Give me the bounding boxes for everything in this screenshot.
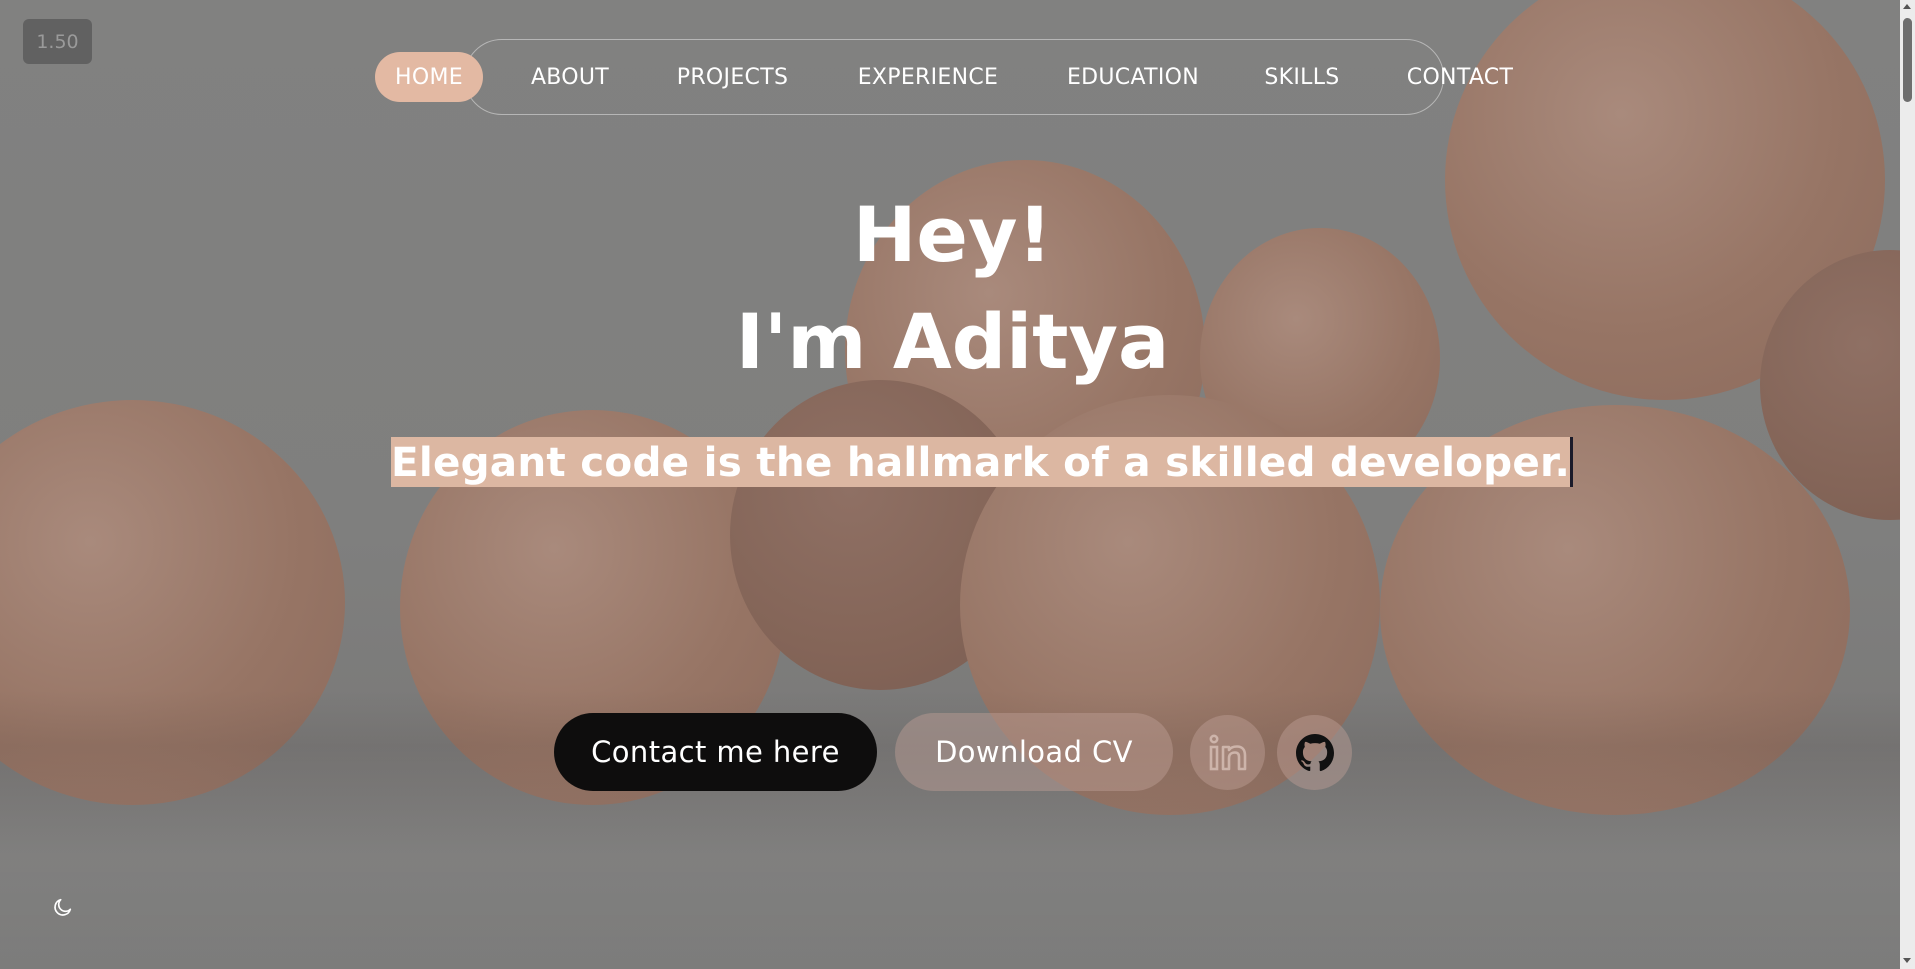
moon-icon — [54, 898, 72, 916]
scroll-up-arrow[interactable] — [1903, 4, 1911, 9]
download-cv-button[interactable]: Download CV — [895, 713, 1173, 791]
github-button[interactable] — [1277, 715, 1352, 790]
scroll-down-arrow[interactable] — [1903, 958, 1911, 963]
nav-item-contact[interactable]: CONTACT — [1400, 52, 1520, 102]
linkedin-icon — [1208, 733, 1246, 770]
nav-item-education[interactable]: EDUCATION — [1057, 52, 1209, 102]
scroll-thumb[interactable] — [1903, 18, 1912, 102]
hero-name: I'm Aditya — [735, 297, 1170, 386]
nav-item-skills[interactable]: SKILLS — [1257, 52, 1347, 102]
github-icon — [1295, 733, 1334, 771]
nav-item-experience[interactable]: EXPERIENCE — [848, 52, 1008, 102]
nav-item-about[interactable]: ABOUT — [520, 52, 620, 102]
theme-toggle-button[interactable] — [50, 894, 76, 920]
linkedin-button[interactable] — [1190, 715, 1265, 790]
nav-item-home[interactable]: HOME — [375, 52, 483, 102]
hero-tagline: Elegant code is the hallmark of a skille… — [391, 437, 1571, 487]
nav-item-projects[interactable]: PROJECTS — [665, 52, 800, 102]
hero-greeting: Hey! — [852, 190, 1053, 279]
contact-button[interactable]: Contact me here — [554, 713, 877, 791]
hero-tagline-container: Elegant code is the hallmark of a skille… — [391, 437, 1574, 487]
typing-caret — [1570, 437, 1574, 487]
version-badge: 1.50 — [23, 19, 92, 64]
page-scrollbar[interactable] — [1900, 0, 1915, 969]
